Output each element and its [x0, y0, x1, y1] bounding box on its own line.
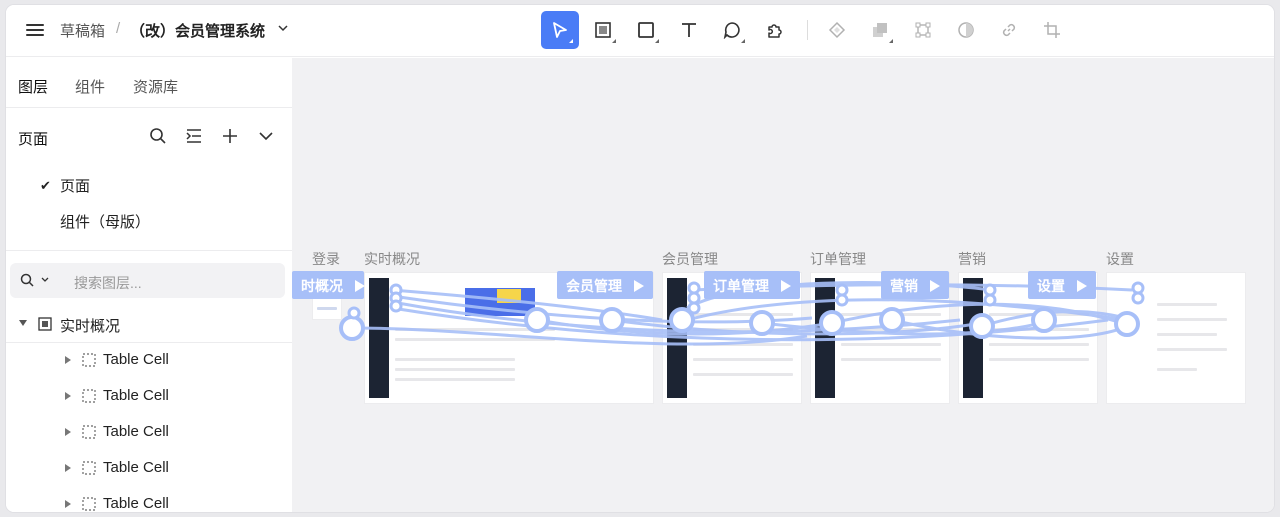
add-page-icon[interactable] — [221, 127, 239, 145]
left-sidebar: 图层 组件 资源库 页面 ✔ 页面 组件（母版） 搜索图层... 实时概况 Ta… — [6, 58, 292, 512]
tool-group — [541, 11, 1076, 49]
flow-pill-label: 会员管理 — [566, 278, 622, 294]
caret-right-icon[interactable] — [65, 392, 71, 400]
breadcrumb-project[interactable]: （改）会员管理系统 — [130, 20, 265, 41]
component-button[interactable] — [818, 11, 856, 49]
play-icon — [634, 280, 644, 292]
check-icon: ✔ — [40, 178, 51, 193]
play-icon — [355, 280, 365, 292]
layer-label: 实时概况 — [60, 318, 121, 335]
tab-layers[interactable]: 图层 — [18, 76, 48, 97]
frame-icon — [595, 22, 611, 38]
breadcrumb-separator: / — [116, 20, 121, 37]
rectangle-tool-button[interactable] — [627, 11, 665, 49]
layer-label: Table Cell — [103, 423, 169, 440]
chevron-down-icon[interactable] — [257, 127, 275, 145]
caret-right-icon[interactable] — [65, 356, 71, 364]
boolean-icon — [873, 23, 887, 37]
search-placeholder: 搜索图层... — [74, 275, 142, 291]
menu-icon[interactable] — [26, 21, 44, 39]
design-canvas[interactable]: 登录 实时概况 会员管理 订单管理 营销 设置 时概况 会员管理 订单管理 营销… — [292, 58, 1274, 512]
caret-down-icon[interactable] — [19, 320, 27, 326]
layer-label: Table Cell — [103, 351, 169, 368]
text-icon — [682, 23, 696, 37]
dashed-frame-icon — [82, 353, 96, 367]
plugin-tool-button[interactable] — [756, 11, 794, 49]
layer-row[interactable]: Table Cell — [6, 450, 292, 486]
comment-tool-button[interactable] — [713, 11, 751, 49]
layer-row-root[interactable]: 实时概况 — [6, 306, 292, 342]
flow-pill-marketing[interactable]: 营销 — [881, 271, 949, 299]
transform-button[interactable] — [904, 11, 942, 49]
caret-right-icon[interactable] — [65, 500, 71, 508]
flow-pill-label: 营销 — [890, 278, 918, 294]
crop-icon — [1044, 22, 1060, 38]
sidebar-tabs: 图层 组件 资源库 — [6, 58, 292, 108]
flow-pill-members[interactable]: 会员管理 — [557, 271, 653, 299]
layer-row[interactable]: Table Cell — [6, 414, 292, 450]
search-icon[interactable] — [149, 127, 167, 145]
layer-row[interactable]: Table Cell — [6, 486, 292, 512]
frame-tool-button[interactable] — [584, 11, 622, 49]
dashed-frame-icon — [82, 461, 96, 475]
layer-label: Table Cell — [103, 387, 169, 404]
pages-header: 页面 — [6, 108, 292, 160]
boolean-button[interactable] — [861, 11, 899, 49]
pages-title: 页面 — [18, 131, 49, 148]
chevron-down-icon[interactable] — [278, 23, 288, 33]
caret-right-icon[interactable] — [65, 428, 71, 436]
layer-row[interactable]: Table Cell — [6, 342, 292, 378]
layer-row[interactable]: Table Cell — [6, 378, 292, 414]
mask-button[interactable] — [947, 11, 985, 49]
mask-icon — [958, 22, 974, 38]
flow-pill-label: 时概况 — [301, 278, 343, 294]
dashed-frame-icon — [82, 425, 96, 439]
dashed-frame-icon — [82, 389, 96, 403]
text-tool-button[interactable] — [670, 11, 708, 49]
play-icon — [781, 280, 791, 292]
top-bar: 草稿箱 / （改）会员管理系统 — [6, 5, 1274, 57]
frame-icon — [38, 317, 52, 331]
page-item-current[interactable]: 页面 — [60, 175, 90, 196]
component-icon — [828, 21, 846, 39]
search-icon — [20, 273, 34, 287]
dashed-frame-icon — [82, 497, 96, 511]
toolbar-divider — [807, 20, 808, 40]
sort-pages-icon[interactable] — [185, 127, 203, 145]
flow-pill-settings[interactable]: 设置 — [1028, 271, 1096, 299]
page-item-components[interactable]: 组件（母版） — [60, 211, 150, 232]
layer-label: Table Cell — [103, 459, 169, 476]
transform-icon — [915, 22, 931, 38]
cursor-icon — [553, 22, 567, 38]
breadcrumb-drafts[interactable]: 草稿箱 — [60, 20, 105, 41]
select-tool-button[interactable] — [541, 11, 579, 49]
tab-components[interactable]: 组件 — [75, 76, 105, 97]
divider — [6, 250, 292, 251]
flow-pill-overview[interactable]: 时概况 — [292, 271, 365, 299]
caret-right-icon[interactable] — [65, 464, 71, 472]
app-window: 草稿箱 / （改）会员管理系统 图层 组件 资源库 页面 ✔ 页面 组件（母版）… — [6, 5, 1274, 512]
flow-pill-label: 订单管理 — [713, 278, 769, 294]
rectangle-icon — [638, 22, 654, 38]
chevron-down-icon — [41, 277, 49, 282]
play-icon — [930, 280, 940, 292]
link-icon — [1002, 23, 1016, 37]
flow-pill-orders[interactable]: 订单管理 — [704, 271, 800, 299]
play-icon — [1077, 280, 1087, 292]
tab-assets[interactable]: 资源库 — [133, 76, 178, 97]
puzzle-icon — [768, 24, 782, 38]
layer-search-input[interactable]: 搜索图层... — [10, 263, 285, 298]
flow-pill-label: 设置 — [1037, 278, 1065, 294]
link-button[interactable] — [990, 11, 1028, 49]
layer-label: Table Cell — [103, 495, 169, 512]
crop-button[interactable] — [1033, 11, 1071, 49]
comment-icon — [723, 22, 740, 39]
